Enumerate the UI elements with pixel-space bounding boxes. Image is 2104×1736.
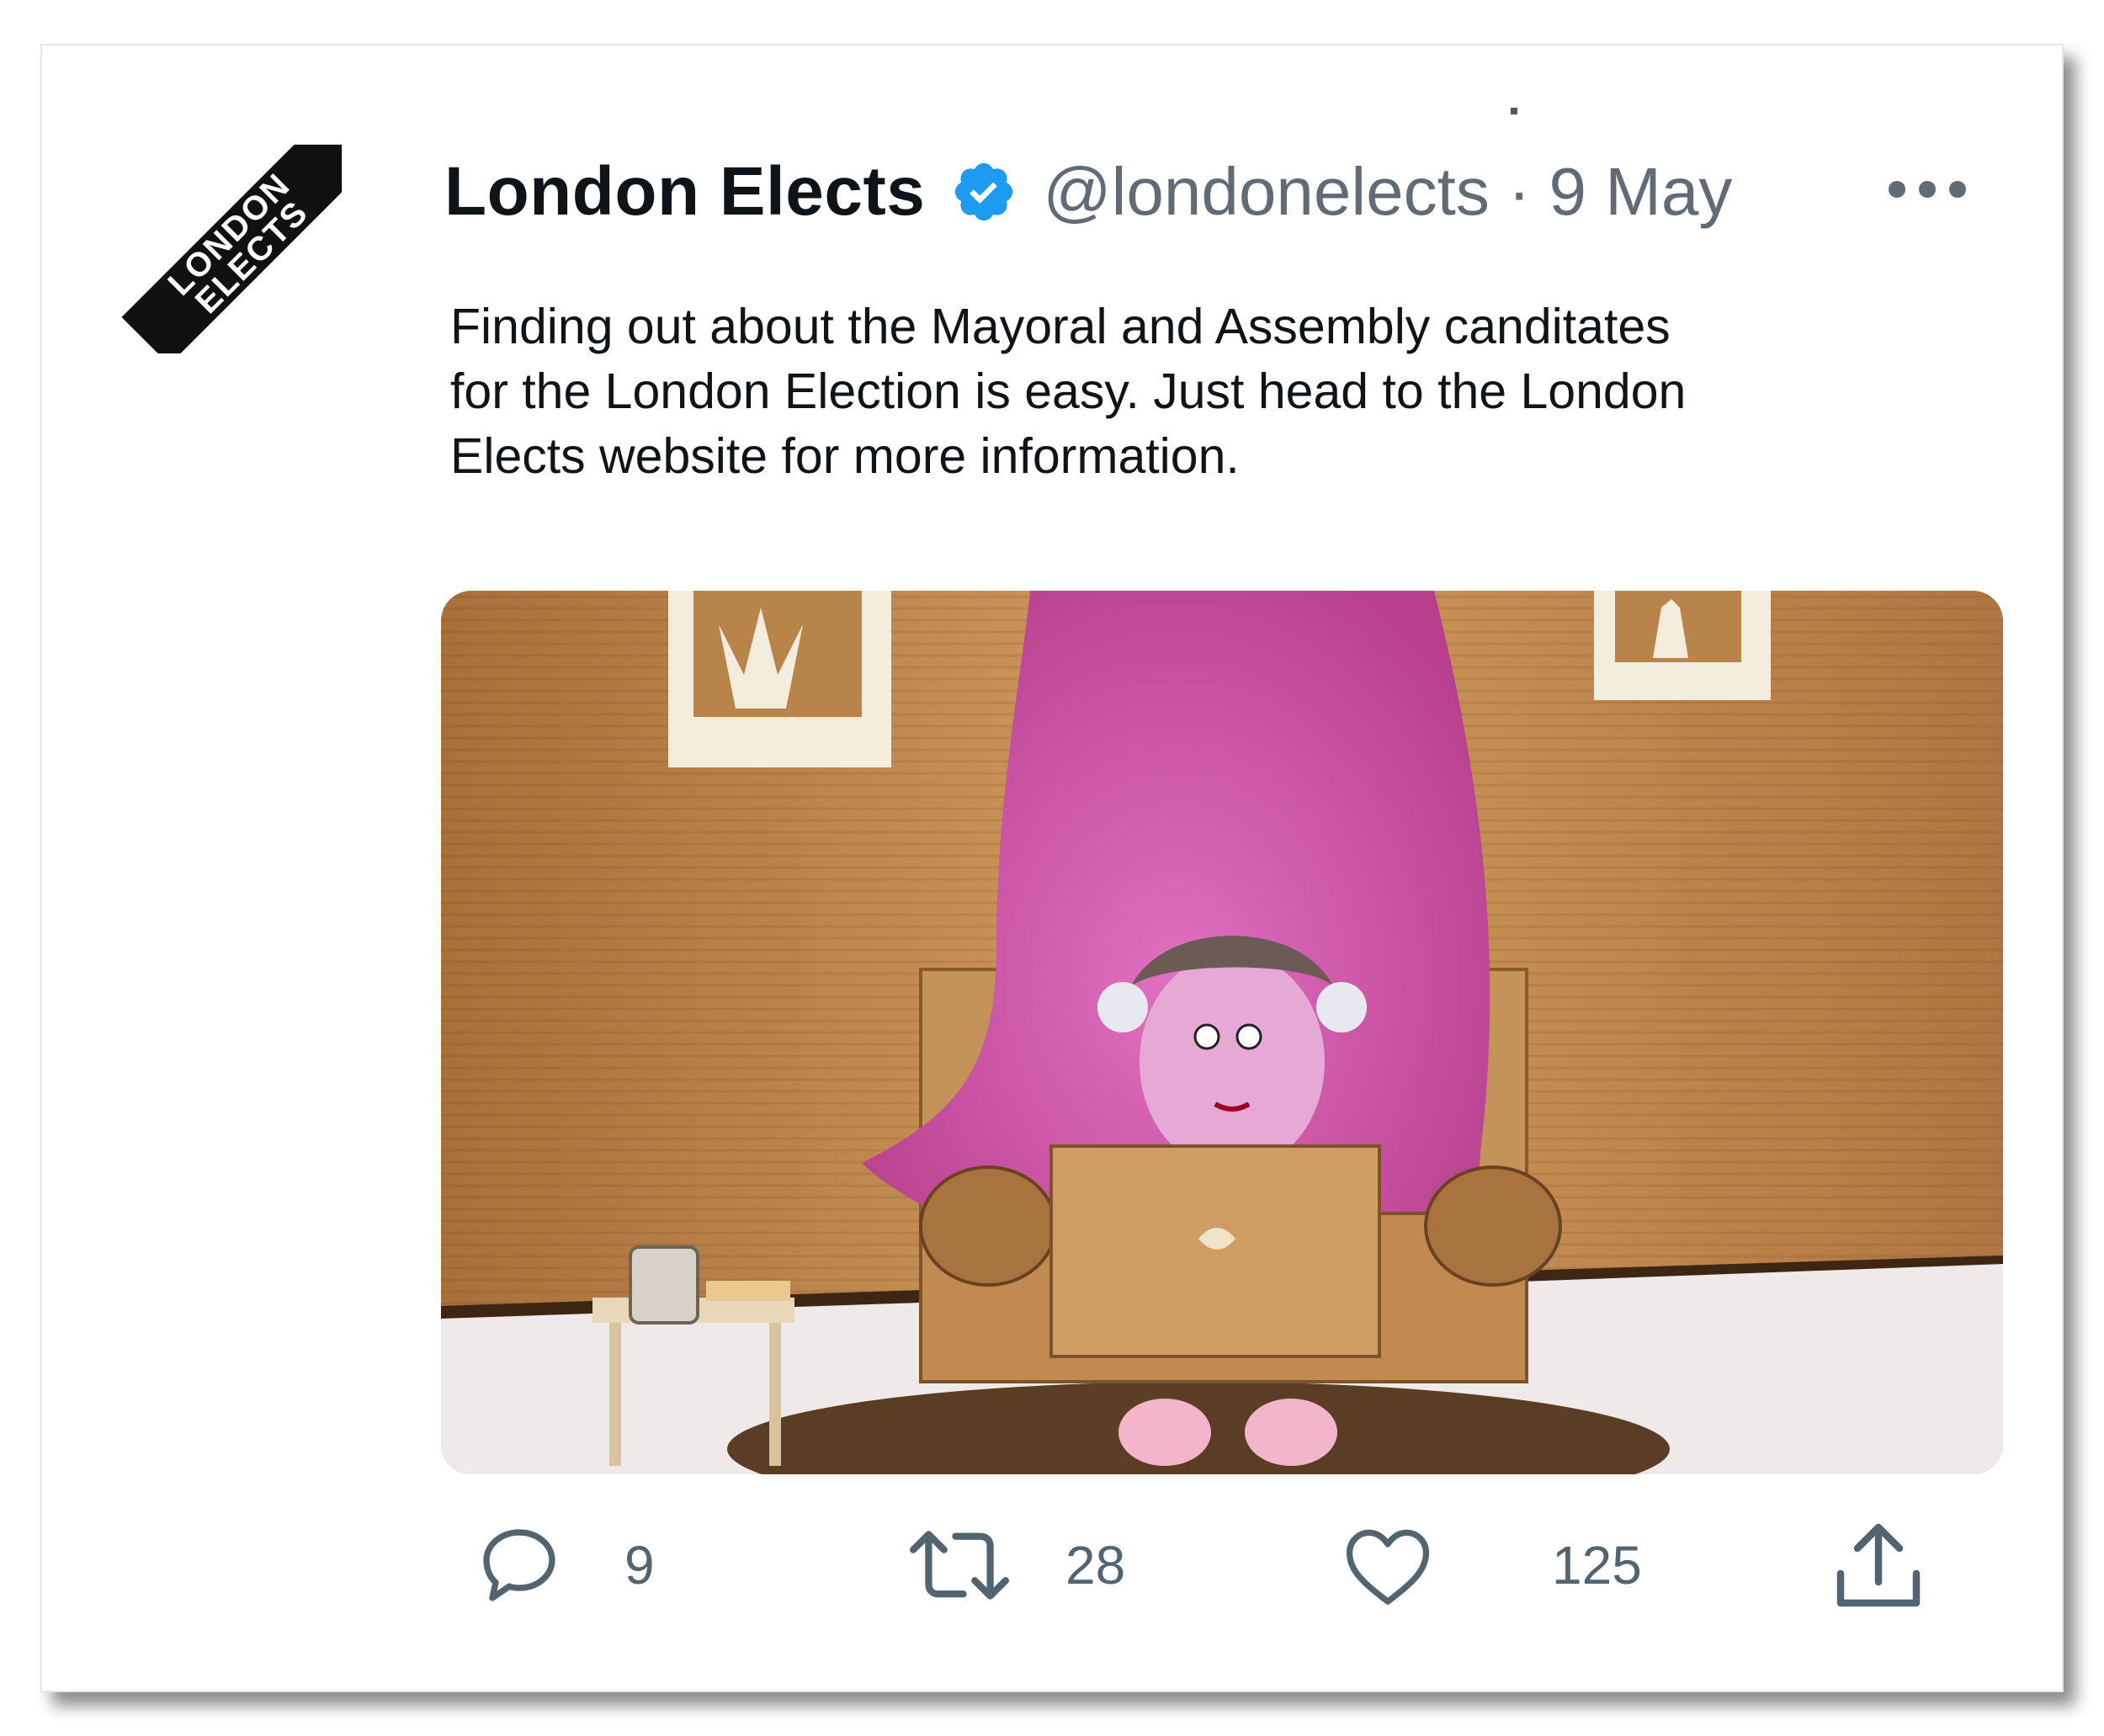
share-button[interactable] <box>1828 1515 1929 1616</box>
retweet-icon <box>910 1531 1009 1600</box>
tweet-media-image[interactable] <box>441 591 2003 1474</box>
retweet-count: 28 <box>1065 1535 1126 1595</box>
like-count: 125 <box>1552 1535 1642 1595</box>
more-horizontal-icon[interactable] <box>1887 173 1968 206</box>
user-handle[interactable]: @londonelects <box>1043 153 1489 231</box>
avatar[interactable]: LONDON ELECTS <box>108 126 385 365</box>
london-elects-logo: LONDON ELECTS <box>121 144 343 365</box>
tweet-date[interactable]: 9 May <box>1549 153 1733 231</box>
verified-badge-icon <box>955 162 1013 221</box>
stray-dot <box>1511 108 1517 114</box>
share-icon <box>1836 1523 1921 1607</box>
tweet-header: London Elects @londonelects · 9 May <box>444 150 1732 234</box>
reply-icon <box>483 1529 555 1601</box>
photo-image <box>441 591 2003 1474</box>
retweet-button[interactable]: 28 <box>906 1515 1125 1616</box>
reply-button[interactable]: 9 <box>473 1515 655 1616</box>
heart-icon <box>1346 1529 1430 1605</box>
reply-count: 9 <box>624 1535 655 1595</box>
separator-dot: · <box>1507 154 1531 229</box>
like-button[interactable]: 125 <box>1342 1515 1642 1616</box>
display-name[interactable]: London Elects <box>444 152 925 231</box>
tweet-text: Finding out about the Mayoral and Assemb… <box>450 299 1687 484</box>
tweet-actions: 9 28 125 <box>0 1515 2104 1616</box>
